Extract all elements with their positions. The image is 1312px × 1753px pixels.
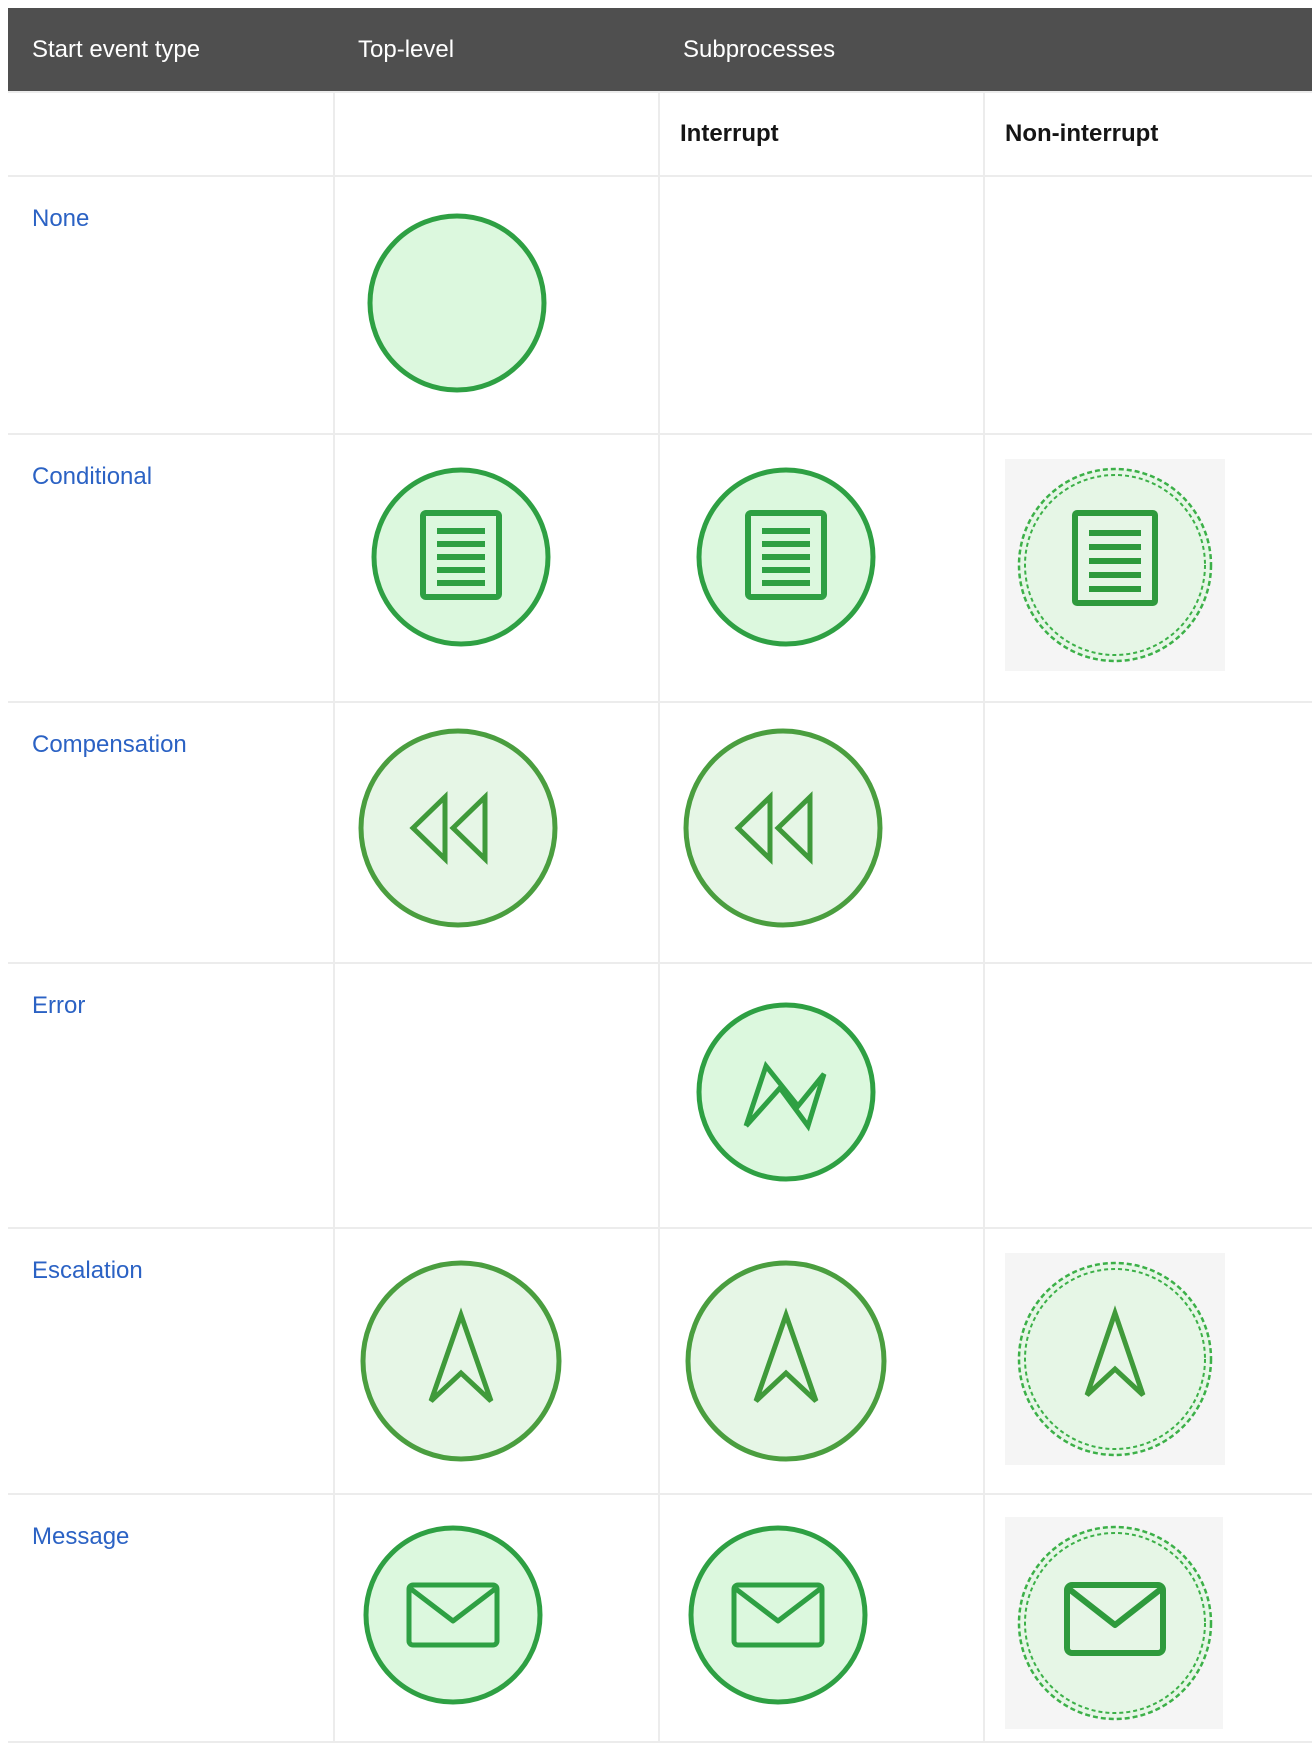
top-level-cell [333,962,660,1229]
event-type-link-none[interactable]: None [32,205,89,232]
interrupt-cell [658,433,985,703]
event-type-link-conditional[interactable]: Conditional [32,463,152,490]
table-header-row: Start event type Top-level Subprocesses [8,8,1312,92]
table-row: Compensation [8,701,1312,964]
interrupt-cell [658,962,985,1229]
row-label-cell: Compensation [8,701,335,964]
non-interrupt-cell [983,175,1312,435]
top-level-cell [333,1493,660,1743]
message-start-event-icon [363,1525,543,1705]
conditional-non-interrupting-start-event-icon [1017,467,1213,663]
header-start-event-type: Start event type [8,8,334,92]
event-type-link-error[interactable]: Error [32,992,85,1019]
top-level-cell [333,175,660,435]
message-non-interrupting-start-event-icon [1017,1525,1213,1721]
subheader-empty-1 [8,91,335,177]
row-label-cell: Escalation [8,1227,335,1495]
start-event-types-table-wrapper: Start event type Top-level Subprocesses … [8,8,1312,1743]
start-event-types-table: Start event type Top-level Subprocesses … [8,8,1312,1743]
table-subheader-row: Interrupt Non-interrupt [8,91,1312,177]
event-type-link-compensation[interactable]: Compensation [32,731,187,758]
table-row: Escalation [8,1227,1312,1495]
escalation-non-interrupting-start-event-icon [1017,1261,1213,1457]
event-type-link-escalation[interactable]: Escalation [32,1257,143,1284]
subheader-interrupt: Interrupt [658,91,985,177]
interrupt-cell [658,1493,985,1743]
row-label-cell: None [8,175,335,435]
subheader-non-interrupt: Non-interrupt [983,91,1312,177]
escalation-start-event-icon [360,1260,562,1462]
non-interrupt-cell [983,1227,1312,1495]
compensation-start-event-icon [358,728,558,928]
row-label-cell: Error [8,962,335,1229]
header-top-level: Top-level [334,8,659,92]
message-start-event-icon [688,1525,868,1705]
row-label-cell: Message [8,1493,335,1743]
interrupt-cell [658,1227,985,1495]
row-label-cell: Conditional [8,433,335,703]
table-row: Error [8,962,1312,1229]
top-level-cell [333,1227,660,1495]
top-level-cell [333,701,660,964]
escalation-start-event-icon [685,1260,887,1462]
error-start-event-icon [696,1002,876,1182]
conditional-start-event-icon [696,467,876,647]
none-start-event-icon [367,213,547,393]
interrupt-cell [658,175,985,435]
header-subprocesses: Subprocesses [659,8,1312,92]
conditional-start-event-icon [371,467,551,647]
table-row: Message [8,1493,1312,1743]
table-row: None [8,175,1312,435]
interrupt-cell [658,701,985,964]
table-row: Conditional [8,433,1312,703]
top-level-cell [333,433,660,703]
non-interrupt-cell [983,962,1312,1229]
non-interrupt-cell [983,433,1312,703]
non-interrupt-cell [983,701,1312,964]
compensation-start-event-icon [683,728,883,928]
event-type-link-message[interactable]: Message [32,1523,129,1550]
subheader-empty-2 [333,91,660,177]
non-interrupt-cell [983,1493,1312,1743]
